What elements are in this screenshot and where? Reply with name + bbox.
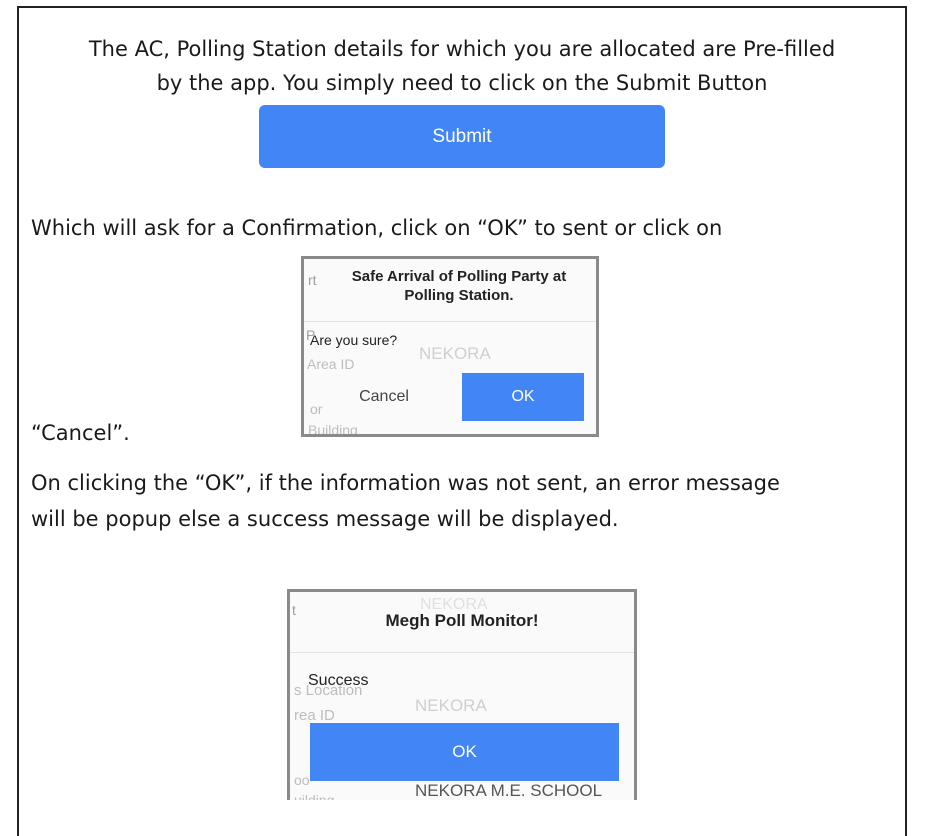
- confirm-dialog-title: Safe Arrival of Polling Party at Polling…: [324, 267, 594, 305]
- confirm-dialog-screenshot: rt P Area ID NEKORA or Building Safe Arr…: [301, 256, 599, 437]
- confirm-instruction-line-2: “Cancel”.: [31, 421, 130, 445]
- dialog-divider: [290, 652, 634, 653]
- bg-fragment: NEKORA M.E. SCHOOL: [415, 781, 603, 800]
- confirm-dialog-title-line-2: Polling Station.: [404, 287, 514, 304]
- bg-fragment: rea ID: [294, 707, 335, 724]
- success-dialog-message: Success: [308, 672, 369, 689]
- bg-fragment: Building: [308, 422, 358, 437]
- dialog-divider: [304, 321, 596, 322]
- bg-fragment: NEKORA: [419, 344, 491, 363]
- cancel-button[interactable]: Cancel: [334, 388, 434, 406]
- result-instruction-line-1: On clicking the “OK”, if the information…: [31, 471, 780, 495]
- intro-line-2: by the app. You simply need to click on …: [156, 71, 768, 95]
- success-dialog-screenshot: t NEKORA s Location rea ID NEKORA oo uil…: [287, 589, 637, 800]
- intro-line-1: The AC, Polling Station details for whic…: [88, 37, 836, 61]
- confirm-ok-button[interactable]: OK: [462, 373, 584, 421]
- bg-fragment: NEKORA: [415, 696, 487, 715]
- confirm-dialog-message: Are you sure?: [310, 332, 398, 348]
- confirm-instruction-line-1: Which will ask for a Confirmation, click…: [31, 216, 723, 240]
- bg-fragment: Area ID: [307, 356, 355, 372]
- success-dialog-title: Megh Poll Monitor!: [385, 611, 539, 630]
- bg-fragment: rt: [308, 272, 317, 288]
- bg-fragment: or: [310, 401, 323, 417]
- submit-button[interactable]: Submit: [259, 105, 665, 168]
- confirm-dialog-title-line-1: Safe Arrival of Polling Party at: [351, 268, 567, 285]
- bg-fragment: oo: [294, 772, 310, 788]
- success-ok-button[interactable]: OK: [310, 723, 619, 781]
- bg-fragment: uilding: [294, 792, 335, 800]
- result-instruction-line-2: will be popup else a success message wil…: [31, 507, 619, 531]
